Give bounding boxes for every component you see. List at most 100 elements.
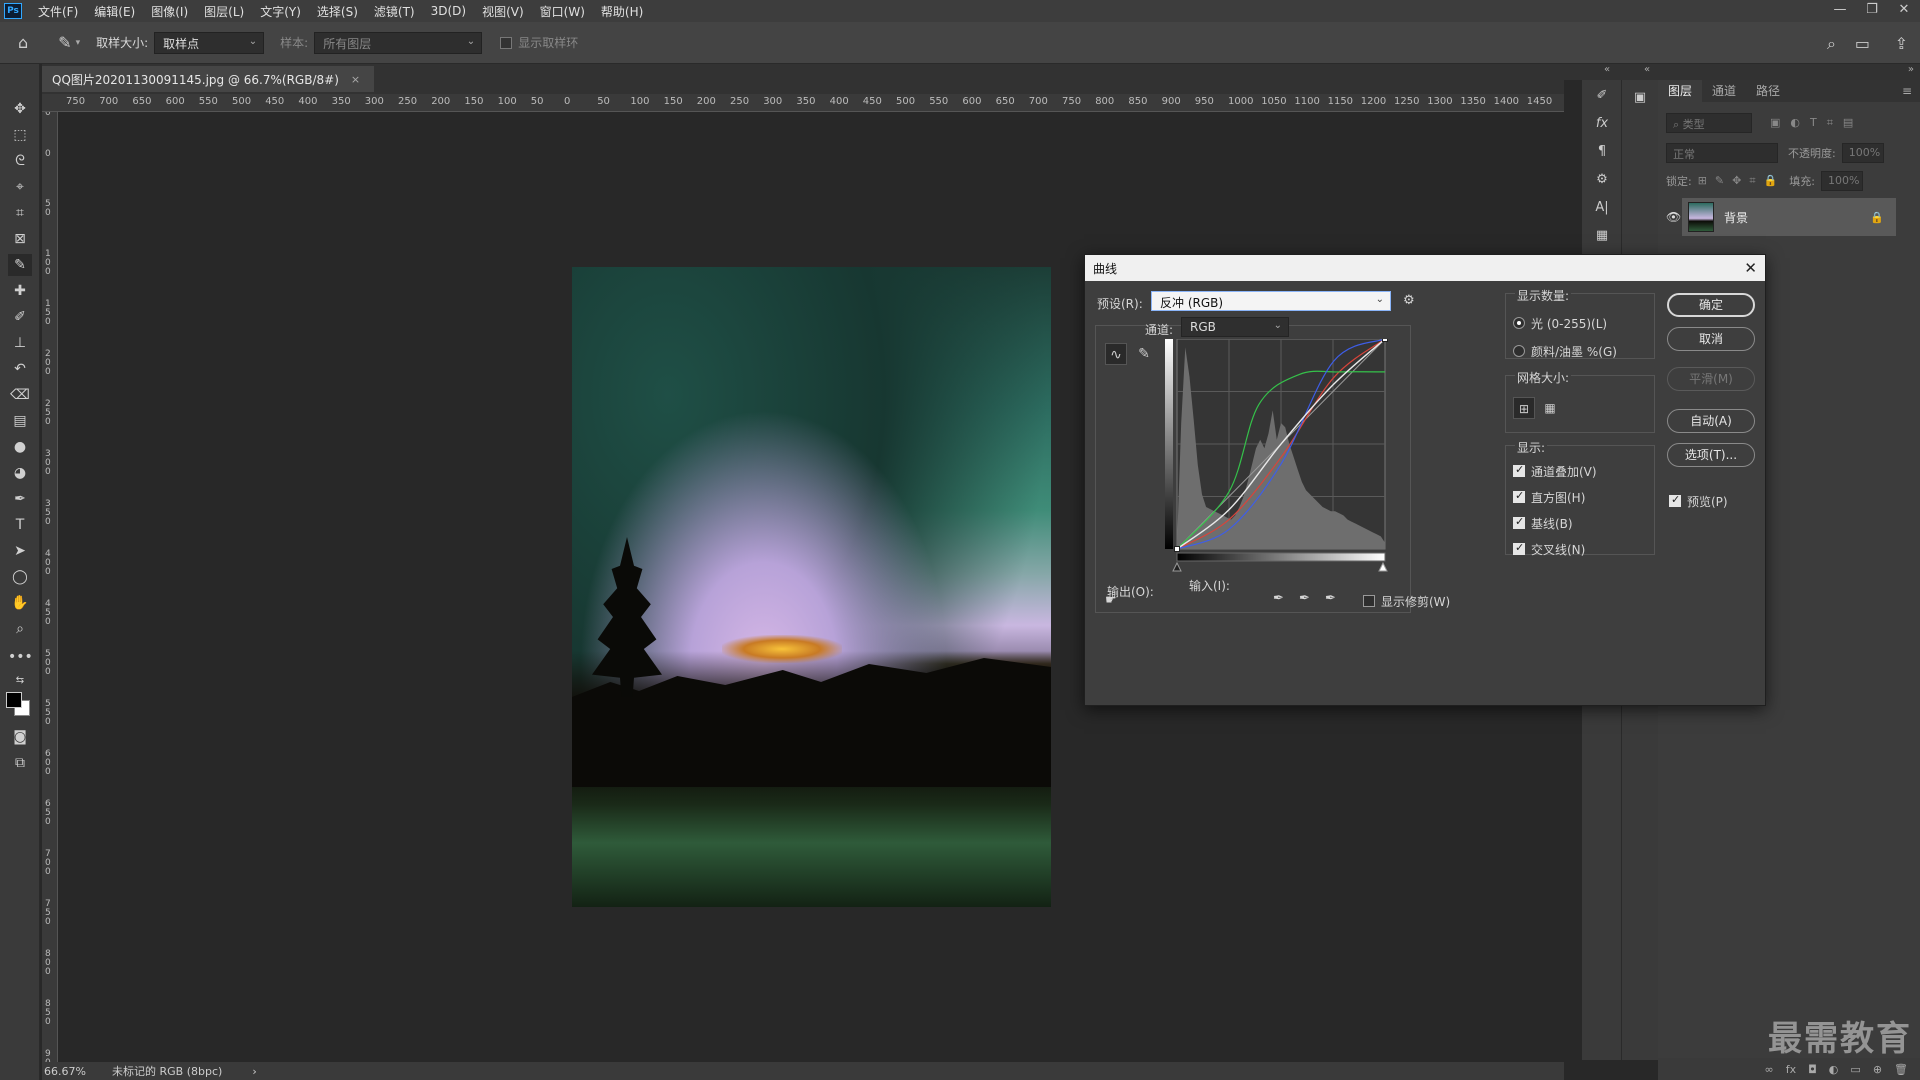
detailed-grid-icon[interactable]: ▦ bbox=[1539, 397, 1561, 419]
marquee-tool-icon[interactable]: ⬚ bbox=[8, 124, 32, 146]
menu-help[interactable]: 帮助(H) bbox=[593, 3, 651, 20]
menu-3d[interactable]: 3D(D) bbox=[423, 4, 474, 18]
document-tab[interactable]: QQ图片20201130091145.jpg @ 66.7%(RGB/8#) × bbox=[42, 66, 375, 92]
channel-overlay-checkbox[interactable] bbox=[1513, 463, 1525, 477]
share-icon[interactable]: ⇪ bbox=[1895, 34, 1908, 53]
swap-colors-icon[interactable]: ⇆ bbox=[8, 670, 32, 692]
clone-stamp-tool-icon[interactable]: ⊥ bbox=[8, 332, 32, 354]
sample-select[interactable]: 所有图层 ⌄ bbox=[314, 31, 483, 54]
ellipse-tool-icon[interactable]: ◯ bbox=[8, 566, 32, 588]
blur-tool-icon[interactable]: ● bbox=[8, 436, 32, 458]
brush-settings-icon[interactable]: ✐ bbox=[1592, 86, 1612, 106]
preset-select[interactable]: 反冲 (RGB) ⌄ bbox=[1151, 291, 1391, 311]
channel-select[interactable]: RGB ⌄ bbox=[1181, 317, 1289, 337]
intersection-checkbox[interactable] bbox=[1513, 541, 1525, 555]
expand-icon[interactable]: » bbox=[1908, 64, 1914, 75]
tab-paths[interactable]: 路径 bbox=[1746, 80, 1790, 102]
panel-menu-icon[interactable]: ≡ bbox=[1902, 80, 1920, 102]
pigment-radio[interactable] bbox=[1513, 345, 1525, 357]
minimize-button[interactable]: — bbox=[1824, 0, 1856, 22]
black-eyedropper-icon[interactable]: ✒ bbox=[1273, 591, 1284, 606]
menu-window[interactable]: 窗口(W) bbox=[532, 3, 593, 20]
menu-select[interactable]: 选择(S) bbox=[309, 3, 366, 20]
restore-button[interactable]: ❐ bbox=[1856, 0, 1888, 22]
curve-endpoint[interactable] bbox=[1174, 546, 1180, 552]
ok-button[interactable]: 确定 bbox=[1667, 293, 1755, 317]
cancel-button[interactable]: 取消 bbox=[1667, 327, 1755, 351]
close-icon[interactable]: ✕ bbox=[1744, 259, 1757, 277]
adjustment-layer-icon[interactable]: ◐ bbox=[1829, 1063, 1839, 1076]
black-point-slider[interactable] bbox=[1172, 561, 1182, 572]
history-brush-tool-icon[interactable]: ↶ bbox=[8, 358, 32, 380]
preset-options-gear-icon[interactable]: ⚙ bbox=[1403, 293, 1415, 308]
chevron-down-icon[interactable]: ▾ bbox=[76, 38, 81, 48]
path-select-tool-icon[interactable]: ➤ bbox=[8, 540, 32, 562]
hand-tool-icon[interactable]: ✋ bbox=[8, 592, 32, 614]
menu-layer[interactable]: 图层(L) bbox=[196, 3, 252, 20]
lock-icons[interactable]: ⊞✎✥⌗🔒 bbox=[1698, 174, 1786, 188]
close-window-button[interactable]: ✕ bbox=[1888, 0, 1920, 22]
show-sampling-ring-checkbox[interactable] bbox=[500, 36, 513, 49]
show-clipping-checkbox[interactable] bbox=[1363, 595, 1375, 607]
screen-mode-icon[interactable]: ⧉ bbox=[8, 752, 32, 774]
healing-brush-tool-icon[interactable]: ✚ bbox=[8, 280, 32, 302]
new-group-icon[interactable]: ▭ bbox=[1850, 1063, 1860, 1076]
gray-eyedropper-icon[interactable]: ✒ bbox=[1299, 591, 1310, 606]
add-mask-icon[interactable]: ◘ bbox=[1808, 1063, 1817, 1076]
layer-style-icon[interactable]: fx bbox=[1786, 1063, 1796, 1076]
menu-image[interactable]: 图像(I) bbox=[143, 3, 196, 20]
styles-icon[interactable]: fx bbox=[1592, 114, 1612, 134]
crop-tool-icon[interactable]: ⌗ bbox=[8, 202, 32, 224]
pencil-draw-tool-icon[interactable]: ✎ bbox=[1133, 343, 1155, 365]
sample-size-select[interactable]: 取样点 ⌄ bbox=[154, 31, 265, 54]
dialog-title-bar[interactable]: 曲线 ✕ bbox=[1085, 255, 1765, 281]
zoom-tool-icon[interactable]: ⌕ bbox=[8, 618, 32, 640]
preview-checkbox[interactable] bbox=[1669, 493, 1681, 507]
tab-layers[interactable]: 图层 bbox=[1658, 80, 1703, 102]
blend-mode-select[interactable]: 正常 bbox=[1666, 143, 1778, 163]
libraries-icon[interactable]: ▦ bbox=[1592, 226, 1612, 246]
tab-channels[interactable]: 通道 bbox=[1702, 80, 1746, 102]
menu-filter[interactable]: 滤镜(T) bbox=[366, 3, 423, 20]
delete-layer-icon[interactable]: 🗑 bbox=[1894, 1063, 1908, 1076]
visibility-eye-icon[interactable]: 👁 bbox=[1666, 210, 1681, 224]
status-menu-arrow-icon[interactable]: › bbox=[252, 1065, 256, 1078]
curve-endpoint[interactable] bbox=[1382, 339, 1388, 342]
eyedropper-tool-icon[interactable]: ✎ bbox=[8, 254, 32, 276]
lasso-tool-icon[interactable]: ᘓ bbox=[8, 150, 32, 172]
gradient-tool-icon[interactable]: ▤ bbox=[8, 410, 32, 432]
quick-mask-icon[interactable]: ◙ bbox=[8, 726, 32, 748]
collapse-icon[interactable]: « bbox=[1644, 64, 1650, 75]
collapse-icon[interactable]: « bbox=[1604, 64, 1610, 75]
white-eyedropper-icon[interactable]: ✒ bbox=[1325, 591, 1336, 606]
white-point-slider[interactable] bbox=[1378, 561, 1388, 572]
foreground-color-swatch[interactable] bbox=[6, 692, 22, 708]
light-radio[interactable] bbox=[1513, 317, 1525, 329]
fill-input[interactable]: 100% bbox=[1820, 171, 1863, 191]
paragraph-icon[interactable]: ¶ bbox=[1592, 142, 1612, 162]
character-icon[interactable]: A| bbox=[1592, 198, 1612, 218]
menu-file[interactable]: 文件(F) bbox=[30, 3, 86, 20]
close-tab-icon[interactable]: × bbox=[351, 73, 360, 86]
search-icon[interactable]: ⌕ bbox=[1827, 34, 1836, 54]
workspace-icon[interactable]: ▭ bbox=[1855, 34, 1870, 53]
eraser-tool-icon[interactable]: ⌫ bbox=[8, 384, 32, 406]
quick-select-tool-icon[interactable]: ⌖ bbox=[8, 176, 32, 198]
layer-filter-select[interactable]: ⌕ 类型 bbox=[1666, 113, 1752, 133]
histogram-checkbox[interactable] bbox=[1513, 489, 1525, 503]
zoom-level[interactable]: 66.67% bbox=[42, 1065, 102, 1078]
adjustments-icon[interactable]: ⚙ bbox=[1592, 170, 1612, 190]
properties-icon[interactable]: ▣ bbox=[1630, 88, 1650, 108]
simple-grid-icon[interactable]: ⊞ bbox=[1513, 397, 1535, 419]
options-button[interactable]: 选项(T)... bbox=[1667, 443, 1755, 467]
layer-row[interactable]: 背景 🔒 bbox=[1682, 198, 1896, 236]
brush-tool-icon[interactable]: ✐ bbox=[8, 306, 32, 328]
targeted-adjustment-hand-icon[interactable]: ☛ bbox=[1105, 593, 1117, 608]
filter-icons[interactable]: ▣◐T⌗▤ bbox=[1770, 116, 1863, 130]
move-tool-icon[interactable]: ✥ bbox=[8, 98, 32, 120]
type-tool-icon[interactable]: T bbox=[8, 514, 32, 536]
menu-view[interactable]: 视图(V) bbox=[474, 3, 532, 20]
curves-graph[interactable] bbox=[1165, 339, 1397, 577]
eyedropper-preset-icon[interactable]: ✎ bbox=[58, 33, 71, 52]
document-image[interactable] bbox=[572, 267, 1051, 907]
